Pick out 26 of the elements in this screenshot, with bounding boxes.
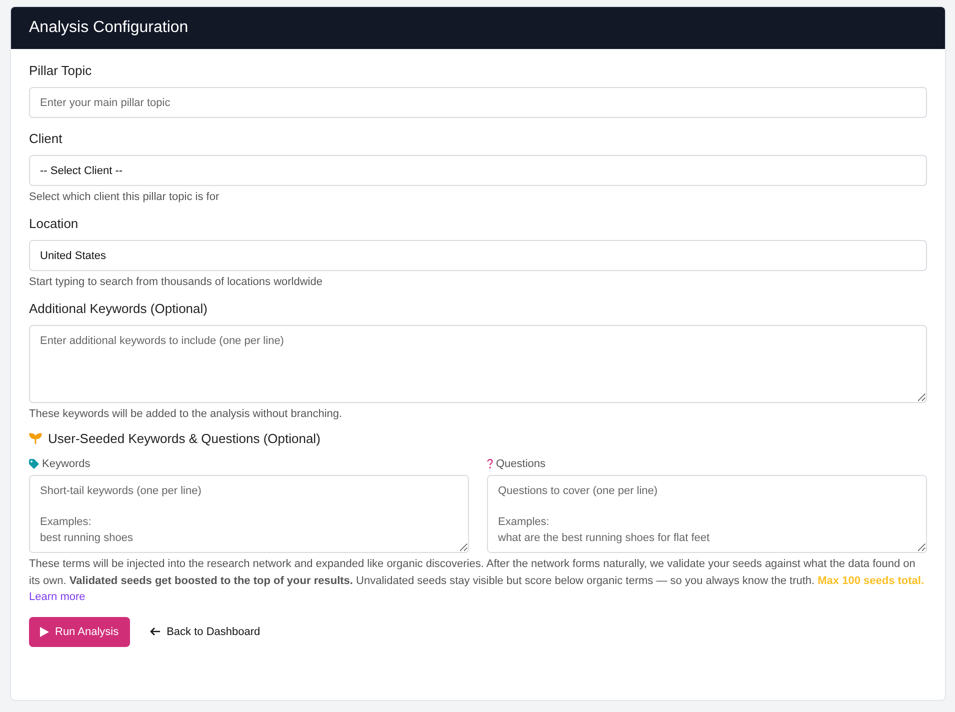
section-title: User-Seeded Keywords & Questions (Optional) (48, 431, 320, 446)
field-label: Questions (496, 458, 546, 470)
run-analysis-button[interactable]: Run Analysis (29, 616, 130, 646)
question-icon (487, 459, 493, 469)
back-to-dashboard-button[interactable]: Back to Dashboard (150, 626, 260, 638)
field-label: Additional Keywords (Optional) (29, 301, 208, 316)
field-label: Keywords (42, 458, 90, 470)
seed-help-text: These terms will be injected into the research network and expanded like organic discoveries. After the network forms naturally, we validate your seeds against what the data found on its own. Validated seeds get boosted to the top of your results. Unvalidated seeds stay visible but score below organic terms — so you always know the truth. Max 100 seeds total. Learn more (29, 557, 926, 605)
seed-textarea[interactable]: Short-tail keywords (one per line) Examples: best running shoes (29, 475, 469, 553)
seed-textarea[interactable]: Questions to cover (one per line) Examples: what are the best running shoes for flat feet (487, 475, 927, 553)
sprout-icon (29, 432, 42, 445)
play-icon (40, 626, 49, 636)
field-label: Pillar Topic (29, 63, 93, 78)
keywords-textarea[interactable]: Enter additional keywords to include (one per line) (29, 325, 927, 403)
learn-more-link[interactable]: Learn more (29, 591, 86, 603)
text-field[interactable]: United States (29, 240, 927, 271)
arrow-left-icon (150, 627, 161, 636)
field-label: Location (29, 216, 80, 231)
field-label: Client (29, 131, 64, 146)
card-title: Analysis Configuration (29, 19, 188, 37)
client-select[interactable]: -- Select Client -- (29, 155, 927, 186)
tag-icon (29, 459, 39, 469)
help-text: Start typing to search from thousands of locations worldwide (29, 276, 324, 288)
help-text: These keywords will be added to the analysis without branching. (29, 408, 344, 420)
text-field[interactable]: Enter your main pillar topic (29, 87, 927, 118)
help-text: Select which client this pillar topic is for (29, 191, 220, 203)
